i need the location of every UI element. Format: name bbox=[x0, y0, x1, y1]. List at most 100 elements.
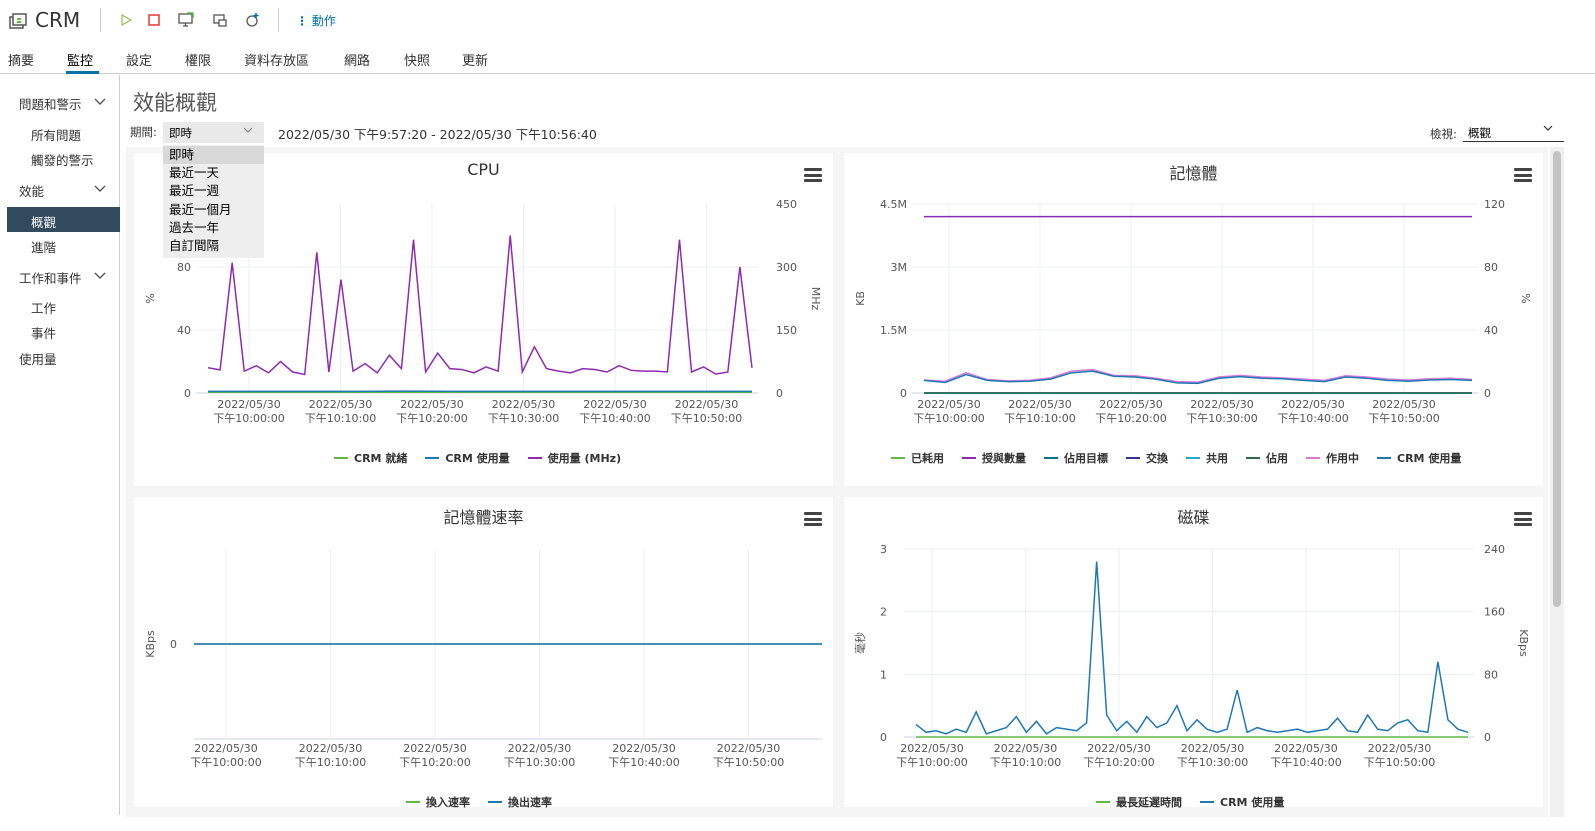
legend-item[interactable]: CRM 使用量 bbox=[1377, 450, 1461, 466]
tab-configure[interactable]: 設定 bbox=[126, 50, 152, 69]
legend-label: 共用 bbox=[1206, 452, 1228, 465]
y2-tick-label: 80 bbox=[1484, 668, 1498, 681]
legend-item[interactable]: CRM 就緒 bbox=[334, 450, 407, 466]
x-tick-label: 2022/05/30 bbox=[400, 398, 463, 411]
legend-item[interactable]: CRM 使用量 bbox=[425, 450, 510, 466]
y-tick-label: 4.5M bbox=[880, 198, 907, 211]
x-tick-label: 下午10:50:00 bbox=[1368, 412, 1439, 425]
tab-monitor[interactable]: 監控 bbox=[67, 50, 93, 69]
legend-item[interactable]: 使用量 (MHz) bbox=[527, 450, 622, 466]
chevron-down-icon[interactable] bbox=[94, 272, 106, 280]
x-tick-label: 2022/05/30 bbox=[1368, 742, 1431, 755]
x-tick-label: 2022/05/30 bbox=[309, 398, 372, 411]
legend-label: 最長延遲時間 bbox=[1116, 796, 1182, 809]
more-vertical-icon: ⋮ bbox=[296, 14, 308, 28]
y2-tick-label: 0 bbox=[1484, 387, 1491, 400]
console-button[interactable] bbox=[176, 10, 196, 30]
legend-item[interactable]: 已耗用 bbox=[891, 450, 944, 466]
y2-tick-label: 300 bbox=[776, 261, 797, 274]
legend-label: 使用量 (MHz) bbox=[547, 452, 622, 465]
x-tick-label: 下午10:30:00 bbox=[1186, 412, 1257, 425]
y2-tick-label: 450 bbox=[776, 198, 797, 211]
scrollbar[interactable] bbox=[1550, 147, 1564, 817]
period-option-last-day[interactable]: 最近一天 bbox=[163, 164, 264, 182]
tab-updates[interactable]: 更新 bbox=[462, 50, 488, 69]
x-tick-label: 下午10:50:00 bbox=[1364, 756, 1435, 769]
tab-datastores[interactable]: 資料存放區 bbox=[244, 50, 309, 69]
x-tick-label: 2022/05/30 bbox=[217, 398, 280, 411]
sidebar-group-performance[interactable]: 效能 bbox=[19, 181, 44, 200]
legend-item[interactable]: 共用 bbox=[1186, 450, 1228, 466]
period-option-last-month[interactable]: 最近一個月 bbox=[163, 201, 264, 219]
legend-item[interactable]: 最長延遲時間 bbox=[1096, 794, 1182, 810]
sidebar-item-all-issues[interactable]: 所有問題 bbox=[31, 125, 81, 144]
chevron-down-icon bbox=[243, 127, 253, 133]
y-axis-label: KB bbox=[854, 291, 867, 306]
x-tick-label: 2022/05/30 bbox=[994, 742, 1057, 755]
legend-swatch bbox=[1377, 457, 1391, 459]
tab-snapshots[interactable]: 快照 bbox=[404, 50, 430, 69]
period-option-last-year[interactable]: 過去一年 bbox=[163, 219, 264, 237]
sidebar-item-utilization[interactable]: 使用量 bbox=[19, 349, 57, 368]
toolbar-separator bbox=[100, 8, 101, 32]
sidebar-group-issues[interactable]: 問題和警示 bbox=[19, 94, 82, 113]
legend-swatch bbox=[488, 801, 502, 803]
legend-item[interactable]: 佔用 bbox=[1246, 450, 1288, 466]
x-tick-label: 2022/05/30 bbox=[1274, 742, 1337, 755]
sidebar-item-triggered-alarms[interactable]: 觸發的警示 bbox=[31, 150, 94, 169]
x-tick-label: 下午10:00:00 bbox=[190, 756, 261, 769]
x-tick-label: 2022/05/30 bbox=[1281, 398, 1344, 411]
legend-item[interactable]: 換入速率 bbox=[406, 794, 470, 810]
y-tick-label: 3 bbox=[880, 543, 887, 556]
legend-label: 交換 bbox=[1146, 452, 1168, 465]
legend-swatch bbox=[1126, 457, 1140, 459]
chart-legend: 換入速率 換出速率 bbox=[406, 794, 552, 810]
period-select-value: 即時 bbox=[169, 126, 192, 140]
actions-label: 動作 bbox=[311, 14, 336, 28]
snapshot-button[interactable] bbox=[242, 10, 262, 30]
x-tick-label: 2022/05/30 bbox=[194, 742, 257, 755]
actions-menu[interactable]: ⋮ 動作 bbox=[296, 12, 336, 29]
legend-item[interactable]: 作用中 bbox=[1306, 450, 1359, 466]
legend-item[interactable]: 佔用目標 bbox=[1044, 450, 1108, 466]
y2-tick-label: 150 bbox=[776, 324, 797, 337]
sidebar-item-advanced[interactable]: 進階 bbox=[31, 237, 56, 256]
migrate-button[interactable] bbox=[210, 10, 230, 30]
period-option-custom[interactable]: 自訂間隔 bbox=[163, 237, 264, 255]
y-tick-label: 1.5M bbox=[880, 324, 907, 337]
chart-legend: 最長延遲時間 CRM 使用量 bbox=[1096, 794, 1284, 810]
chevron-down-icon[interactable] bbox=[94, 185, 106, 193]
y2-tick-label: 120 bbox=[1484, 198, 1505, 211]
y-axis-label: KBps bbox=[144, 630, 157, 658]
y2-tick-label: 0 bbox=[776, 387, 783, 400]
legend-item[interactable]: 換出速率 bbox=[488, 794, 552, 810]
chevron-down-icon[interactable] bbox=[94, 98, 106, 106]
monitor-icon bbox=[178, 12, 194, 27]
legend-item[interactable]: CRM 使用量 bbox=[1200, 794, 1284, 810]
view-select[interactable]: 概觀 bbox=[1463, 122, 1564, 142]
scroll-thumb[interactable] bbox=[1553, 151, 1561, 607]
tab-permissions[interactable]: 權限 bbox=[185, 50, 211, 69]
y-tick-label: 0 bbox=[900, 387, 907, 400]
tab-networks[interactable]: 網路 bbox=[344, 50, 370, 69]
tab-summary[interactable]: 摘要 bbox=[8, 50, 34, 69]
period-option-realtime[interactable]: 即時 bbox=[163, 146, 264, 164]
chart-legend: CRM 就緒 CRM 使用量 使用量 (MHz) bbox=[334, 450, 621, 466]
x-tick-label: 2022/05/30 bbox=[403, 742, 466, 755]
period-select[interactable]: 即時 bbox=[163, 122, 264, 143]
disk-chart: 01230801602402022/05/30下午10:00:002022/05… bbox=[853, 543, 1530, 769]
y2-axis-label: KBps bbox=[1517, 629, 1530, 657]
sidebar-item-overview[interactable]: 概觀 bbox=[31, 212, 56, 231]
sidebar-item-tasks[interactable]: 工作 bbox=[31, 298, 56, 317]
series-line bbox=[915, 561, 1469, 735]
power-off-button[interactable] bbox=[144, 10, 164, 30]
x-tick-label: 下午10:40:00 bbox=[608, 756, 679, 769]
period-option-last-week[interactable]: 最近一週 bbox=[163, 182, 264, 200]
sidebar-group-tasks-events[interactable]: 工作和事件 bbox=[19, 268, 82, 287]
legend-item[interactable]: 授與數量 bbox=[962, 450, 1026, 466]
x-tick-label: 下午10:20:00 bbox=[1095, 412, 1166, 425]
legend-item[interactable]: 交換 bbox=[1126, 450, 1168, 466]
sidebar-item-events[interactable]: 事件 bbox=[31, 323, 56, 342]
power-on-button[interactable] bbox=[116, 10, 136, 30]
chart-plot: 01230801602402022/05/30下午10:00:002022/05… bbox=[853, 543, 1530, 769]
